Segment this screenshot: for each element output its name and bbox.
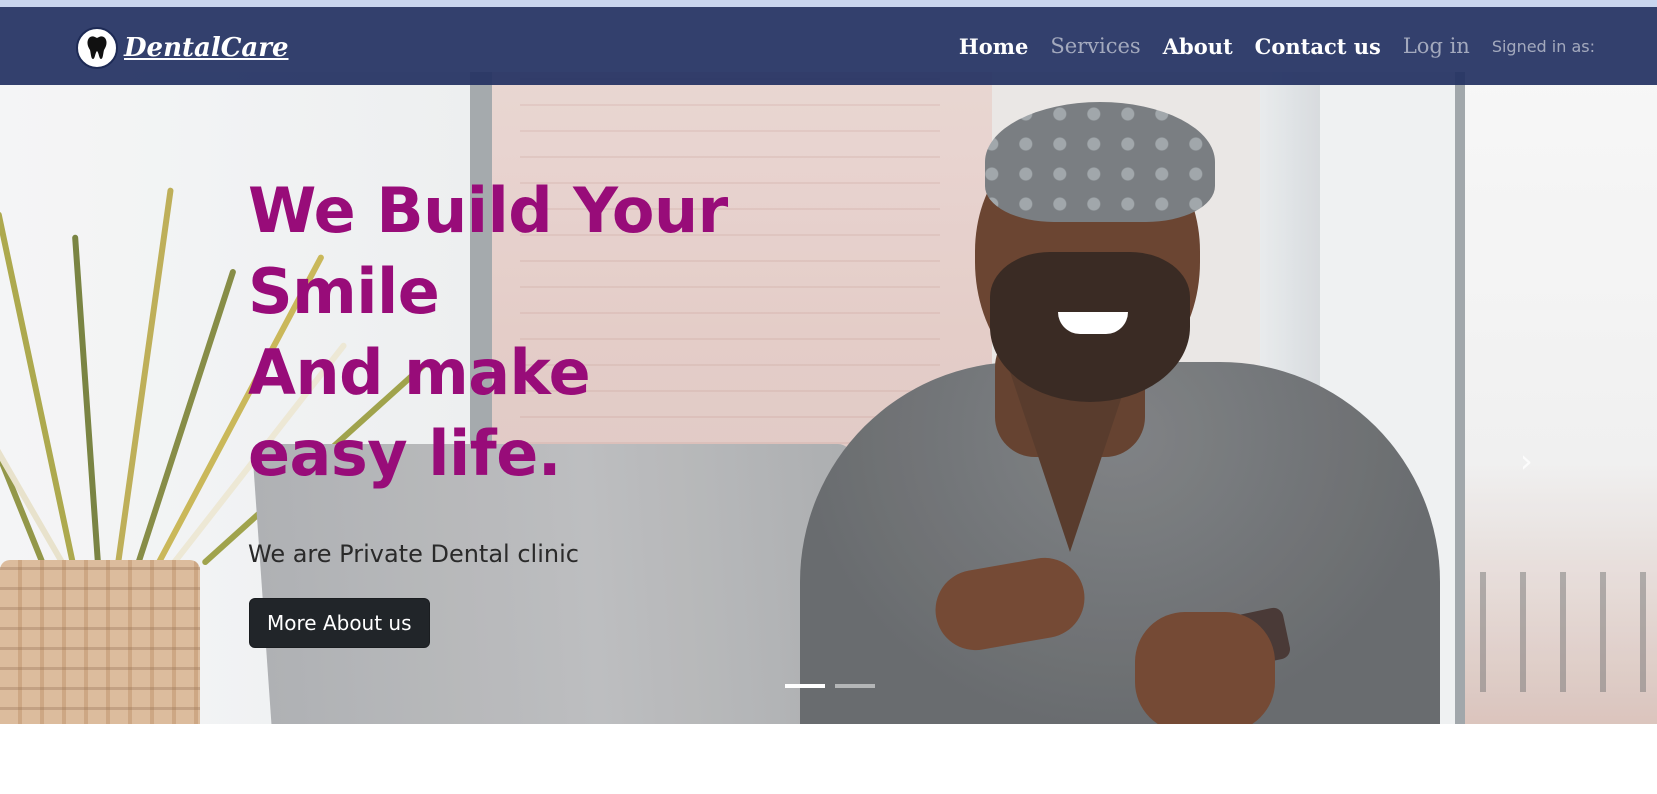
carousel-indicator-2[interactable]	[835, 684, 875, 688]
nav-login[interactable]: Log in	[1403, 34, 1470, 58]
carousel-indicator-1[interactable]	[785, 684, 825, 688]
nav-home[interactable]: Home	[959, 34, 1028, 59]
nav-about[interactable]: About	[1163, 34, 1233, 59]
brand-name: DentalCare	[124, 33, 289, 63]
tooth-icon	[76, 27, 118, 69]
more-about-us-button[interactable]: More About us	[249, 598, 430, 648]
top-strip	[0, 0, 1657, 7]
nav-services[interactable]: Services	[1050, 34, 1140, 58]
nav-menu: Home Services About Contact us Log in Si…	[959, 7, 1657, 85]
headline-line-1: We Build Your	[248, 174, 728, 247]
navbar: DentalCare Home Services About Contact u…	[0, 7, 1657, 85]
hero-headline: We Build Your Smile And make easy life.	[248, 170, 728, 494]
headline-line-4: easy life.	[248, 417, 561, 490]
headline-line-2: Smile	[248, 255, 440, 328]
nav-contact[interactable]: Contact us	[1255, 34, 1381, 59]
carousel-next-icon[interactable]: ›	[1520, 442, 1542, 492]
headline-line-3: And make	[248, 336, 591, 409]
brand-link[interactable]: DentalCare	[76, 27, 289, 69]
hero-subheadline: We are Private Dental clinic	[248, 540, 579, 568]
carousel-indicators	[785, 684, 875, 688]
signed-in-label: Signed in as:	[1491, 36, 1595, 56]
